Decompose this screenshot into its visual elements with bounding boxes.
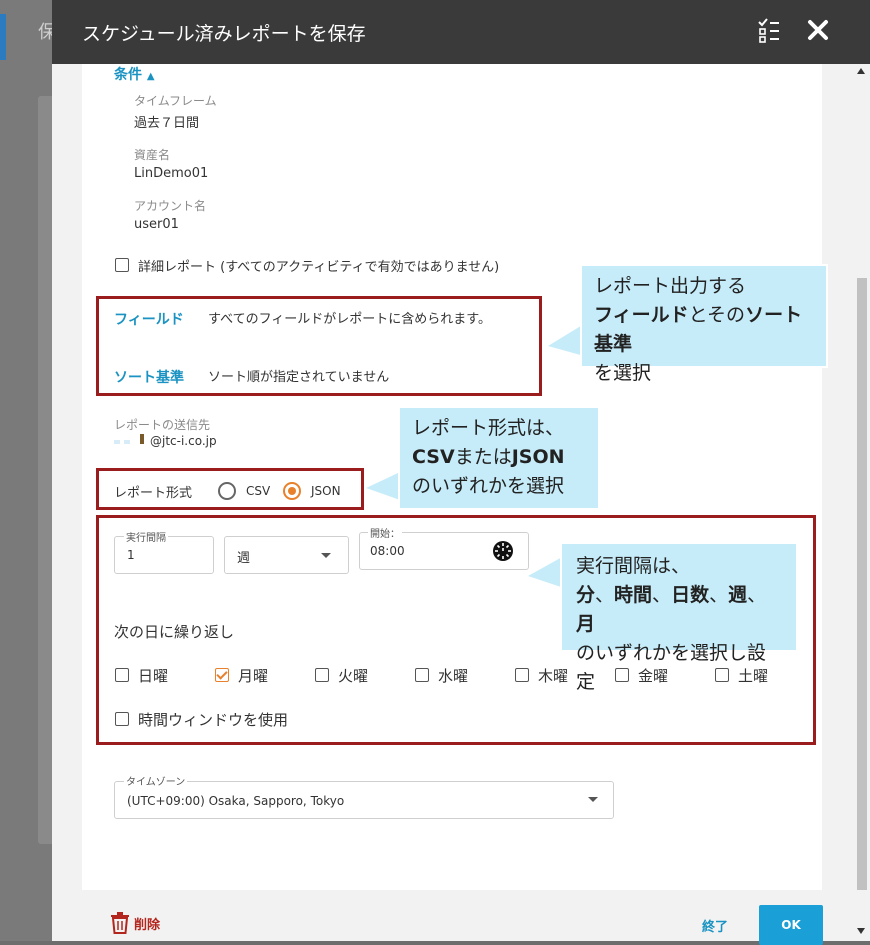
interval-callout-sep4: 、 bbox=[747, 584, 767, 606]
interval-callout-sep1: 、 bbox=[595, 584, 615, 606]
format-callout-bold2: JSON bbox=[511, 446, 565, 468]
scroll-up-arrow-icon[interactable] bbox=[857, 68, 865, 74]
ok-button[interactable]: OK bbox=[759, 905, 823, 945]
fields-callout: レポート出力する フィールドとそのソート基準 を選択 bbox=[580, 264, 828, 384]
interval-callout-bold1: 分 bbox=[576, 584, 596, 606]
interval-callout-bold4: 週 bbox=[728, 584, 748, 606]
detail-report-label: 詳細レポート (すべてのアクティビティで有効ではありません) bbox=[138, 260, 500, 275]
scrollbar-thumb[interactable] bbox=[857, 278, 867, 890]
format-callout-text1: または bbox=[454, 446, 512, 468]
background-accent bbox=[0, 14, 6, 60]
recipient-label: レポートの送信先 bbox=[114, 418, 211, 432]
format-callout-bold1: CSV bbox=[412, 446, 455, 468]
background-app: 保 bbox=[0, 0, 58, 941]
format-annotation-box bbox=[96, 468, 364, 510]
timezone-value: (UTC+09:00) Osaka, Sapporo, Tokyo bbox=[127, 794, 345, 808]
timeframe-label: タイムフレーム bbox=[134, 94, 217, 108]
fields-callout-line1: レポート出力する bbox=[594, 275, 747, 297]
interval-callout-sep3: 、 bbox=[709, 584, 729, 606]
scroll-down-arrow-icon[interactable] bbox=[857, 928, 865, 934]
redacted-email-mark bbox=[114, 434, 148, 446]
interval-callout: 実行間隔は、 分、時間、日数、週、月 のいずれかを選択し設定 bbox=[560, 542, 798, 693]
trash-icon bbox=[111, 912, 129, 934]
fields-callout-line2: フィールドとそのソート基準 bbox=[594, 301, 814, 359]
account-name-label: アカウント名 bbox=[134, 199, 207, 213]
fields-callout-line3: を選択 bbox=[594, 362, 652, 384]
interval-callout-bold5: 月 bbox=[576, 613, 596, 635]
delete-label: 削除 bbox=[134, 917, 161, 933]
fields-callout-bold1: フィールド bbox=[594, 304, 689, 326]
dropdown-arrow-icon bbox=[588, 797, 598, 802]
detail-report-checkbox[interactable] bbox=[115, 258, 129, 272]
close-icon[interactable] bbox=[806, 18, 830, 42]
finish-button[interactable]: 終了 bbox=[702, 916, 728, 935]
format-callout-line1: レポート形式は、 bbox=[412, 417, 565, 439]
scrollbar[interactable] bbox=[854, 64, 870, 941]
interval-callout-bold2: 時間 bbox=[614, 584, 653, 606]
format-callout-line3: のいずれかを選択 bbox=[412, 475, 565, 497]
format-callout-line2: CSVまたはJSON bbox=[412, 443, 586, 472]
recipient-email: @jtc-i.co.jp bbox=[150, 434, 217, 448]
account-name-value: user01 bbox=[134, 217, 179, 232]
delete-button[interactable]: 削除 bbox=[110, 912, 160, 934]
interval-callout-bold3: 日数 bbox=[671, 584, 710, 606]
interval-callout-line1: 実行間隔は、 bbox=[576, 555, 691, 577]
asset-name-value: LinDemo01 bbox=[134, 166, 209, 181]
conditions-label: 条件 bbox=[114, 67, 142, 83]
interval-callout-line2: 分、時間、日数、週、月 bbox=[576, 581, 782, 639]
interval-callout-line3: のいずれかを選択し設定 bbox=[576, 642, 767, 693]
timezone-select[interactable]: (UTC+09:00) Osaka, Sapporo, Tokyo bbox=[114, 781, 614, 819]
format-callout: レポート形式は、 CSVまたはJSON のいずれかを選択 bbox=[398, 406, 600, 510]
timezone-label: タイムゾーン bbox=[124, 773, 188, 788]
conditions-toggle[interactable]: 条件 ▲ bbox=[114, 64, 155, 84]
interval-callout-sep2: 、 bbox=[652, 584, 672, 606]
dialog-header: スケジュール済みレポートを保存 bbox=[52, 0, 870, 64]
fields-callout-text1: とその bbox=[688, 304, 746, 326]
asset-name-label: 資産名 bbox=[134, 148, 171, 162]
chevron-up-icon: ▲ bbox=[146, 71, 155, 82]
fields-annotation-box bbox=[96, 296, 542, 396]
timeframe-value: 過去７日間 bbox=[134, 116, 200, 131]
checklist-icon[interactable] bbox=[758, 18, 780, 44]
dialog-title: スケジュール済みレポートを保存 bbox=[82, 22, 366, 45]
